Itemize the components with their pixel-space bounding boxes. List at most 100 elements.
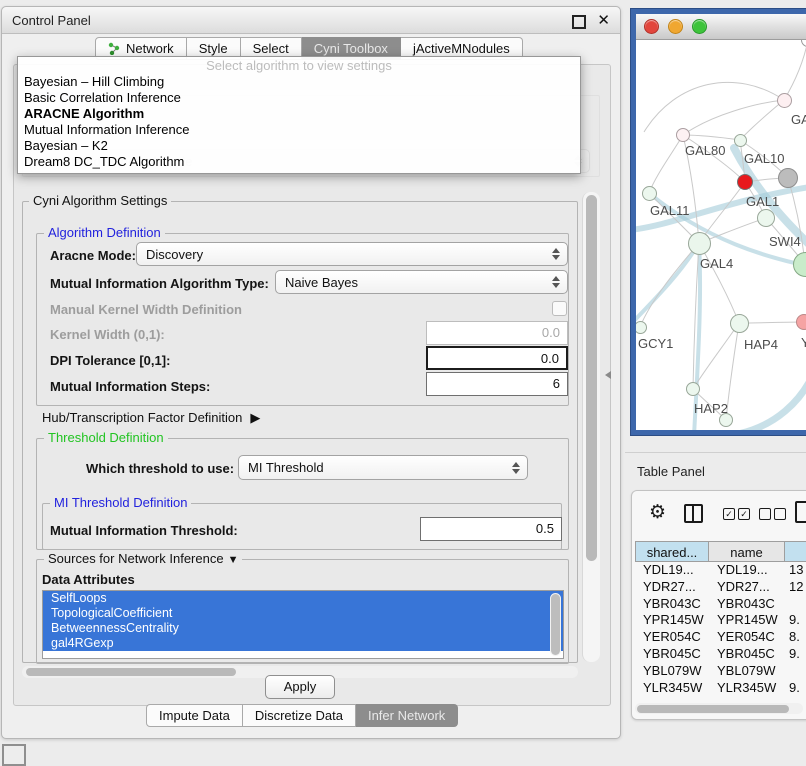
gear-icon[interactable]: ⚙ xyxy=(649,503,666,522)
node-label: GCY1 xyxy=(638,336,673,351)
bottom-tab-infer-network[interactable]: Infer Network xyxy=(356,704,458,727)
network-node-hap4[interactable] xyxy=(730,314,749,333)
stepper-arrows-icon xyxy=(551,248,560,260)
table-cell: 12 xyxy=(785,579,806,596)
table-cell: YBR043C xyxy=(635,596,709,613)
network-node-gal1[interactable] xyxy=(737,174,753,190)
algorithm-option[interactable]: Dream8 DC_TDC Algorithm xyxy=(18,154,580,170)
hub-definition-expander[interactable]: Hub/Transcription Factor Definition▶ xyxy=(42,410,260,426)
table-row[interactable]: YBR043CYBR043C xyxy=(635,596,806,613)
dpi-tolerance-label: DPI Tolerance [0,1]: xyxy=(50,353,170,368)
network-node-gal80[interactable] xyxy=(676,128,690,142)
network-canvas[interactable]: GALGAL80GAL10GAL1GAL11SWI4GAL4GCY1HAP4YH… xyxy=(636,40,806,430)
unchecked-pair-icon[interactable] xyxy=(759,508,786,520)
table-cell: YIL052C xyxy=(635,696,709,697)
stepper-arrows-icon xyxy=(551,276,560,288)
node-label: GAL4 xyxy=(700,256,733,271)
network-node-gal10[interactable] xyxy=(734,134,747,147)
table-panel-title: Table Panel xyxy=(637,464,705,479)
algorithm-option[interactable]: Bayesian – Hill Climbing xyxy=(18,74,580,90)
table-row[interactable]: YBR045CYBR045C9. xyxy=(635,646,806,663)
bottom-tab-impute-data[interactable]: Impute Data xyxy=(146,704,243,727)
node-label: Y xyxy=(801,335,806,350)
table-cell: YER054C xyxy=(709,629,785,646)
network-node[interactable] xyxy=(719,413,733,427)
table-cell: YPR145W xyxy=(635,612,709,629)
table-row[interactable]: YER054CYER054C8. xyxy=(635,629,806,646)
which-threshold-label: Which threshold to use: xyxy=(86,461,234,476)
vertical-scrollbar[interactable] xyxy=(582,192,600,662)
panel-splitter-handle[interactable] xyxy=(605,371,611,379)
mi-steps-field[interactable]: 6 xyxy=(426,372,568,396)
zoom-traffic-light-icon[interactable] xyxy=(692,19,707,34)
sources-group-title[interactable]: Sources for Network Inference▼ xyxy=(44,552,242,567)
algorithm-option[interactable]: Basic Correlation Inference xyxy=(18,90,580,106)
algorithm-option[interactable]: Bayesian – K2 xyxy=(18,138,580,154)
list-scrollbar[interactable] xyxy=(550,593,561,656)
table-row[interactable]: YIL052CYIL052C9 xyxy=(635,696,806,697)
attribute-list-item[interactable]: BetweennessCentrality xyxy=(43,621,563,636)
data-attributes-list[interactable]: SelfLoopsTopologicalCoefficientBetweenne… xyxy=(42,590,564,659)
dpi-tolerance-field[interactable]: 0.0 xyxy=(426,346,568,370)
float-window-icon[interactable] xyxy=(572,15,586,29)
network-node-gal11[interactable] xyxy=(642,186,657,201)
which-threshold-combobox[interactable]: MI Threshold xyxy=(238,455,528,480)
mi-threshold-field[interactable]: 0.5 xyxy=(420,517,562,541)
apply-button[interactable]: Apply xyxy=(265,675,335,699)
aracne-mode-combobox[interactable]: Discovery xyxy=(136,242,568,266)
list-scrollbar-thumb[interactable] xyxy=(551,594,560,655)
table-horizontal-scrollbar-thumb[interactable] xyxy=(637,705,789,713)
mi-algorithm-type-combobox[interactable]: Naive Bayes xyxy=(275,270,568,294)
split-columns-icon[interactable] xyxy=(684,504,703,523)
mi-algorithm-type-label: Mutual Information Algorithm Type: xyxy=(50,276,269,291)
table-row[interactable]: YDL19...YDL19...13 xyxy=(635,562,806,579)
document-icon[interactable] xyxy=(795,501,806,523)
mi-threshold-definition-title: MI Threshold Definition xyxy=(50,496,191,509)
bottom-tab-discretize-data[interactable]: Discretize Data xyxy=(243,704,356,727)
table-cell: YIL052C xyxy=(709,696,785,697)
node-label: GAL10 xyxy=(744,151,784,166)
close-icon[interactable]: ✕ xyxy=(597,11,610,29)
network-window-titlebar[interactable] xyxy=(636,14,806,40)
control-panel-titlebar: Control Panel ✕ xyxy=(2,7,620,34)
network-node-gcy1[interactable] xyxy=(636,321,647,334)
column-header-name[interactable]: name xyxy=(709,541,785,562)
network-node-swi4[interactable] xyxy=(757,209,775,227)
column-header-shared[interactable]: shared... xyxy=(635,541,709,562)
network-icon xyxy=(108,42,121,55)
table-horizontal-scrollbar[interactable] xyxy=(635,703,803,714)
collapse-down-icon: ▼ xyxy=(228,554,239,567)
attribute-list-item[interactable]: TopologicalCoefficient xyxy=(43,606,563,621)
table-row[interactable]: YDR27...YDR27...12 xyxy=(635,579,806,596)
table-cell: YLR345W xyxy=(709,680,785,697)
horizontal-scrollbar-thumb[interactable] xyxy=(26,668,236,676)
manual-kernel-width-label: Manual Kernel Width Definition xyxy=(50,302,242,317)
close-traffic-light-icon[interactable] xyxy=(644,19,659,34)
vertical-scrollbar-thumb[interactable] xyxy=(586,195,597,561)
algorithm-option[interactable]: Mutual Information Inference xyxy=(18,122,580,138)
minimize-traffic-light-icon[interactable] xyxy=(668,19,683,34)
network-node-gal[interactable] xyxy=(777,93,792,108)
minimized-panel-icon[interactable] xyxy=(2,744,26,766)
node-label: GAL11 xyxy=(650,203,690,218)
table-cell: 9. xyxy=(785,646,806,663)
checked-pair-icon[interactable]: ✓✓ xyxy=(723,508,750,520)
network-node[interactable] xyxy=(778,168,798,188)
network-node-gal4[interactable] xyxy=(688,232,711,255)
network-node-hap2[interactable] xyxy=(686,382,700,396)
table-row[interactable]: YLR345WYLR345W9. xyxy=(635,680,806,697)
manual-kernel-width-checkbox[interactable] xyxy=(552,301,567,316)
table-row[interactable]: YBL079WYBL079W xyxy=(635,663,806,680)
data-attributes-label: Data Attributes xyxy=(42,572,135,587)
table-panel-header-bar: Table Panel xyxy=(625,452,806,489)
network-node-y[interactable] xyxy=(796,314,806,330)
table-row[interactable]: YPR145WYPR145W9. xyxy=(635,612,806,629)
attribute-list-item[interactable]: SelfLoops xyxy=(43,591,563,606)
attribute-list-item[interactable]: gal4RGexp xyxy=(43,636,563,651)
algorithm-option[interactable]: ARACNE Algorithm xyxy=(18,106,580,122)
node-label: GAL xyxy=(791,112,806,127)
kernel-width-field[interactable]: 0.0 xyxy=(426,321,568,345)
column-header-a[interactable]: A xyxy=(785,541,806,562)
node-label: SWI4 xyxy=(769,234,801,249)
algorithm-definition-title: Algorithm Definition xyxy=(44,226,165,239)
